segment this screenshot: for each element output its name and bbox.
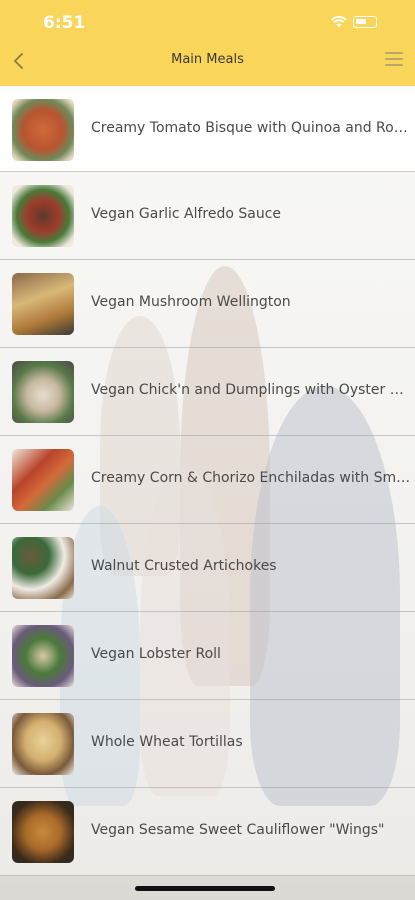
- list-item-label: Walnut Crusted Artichokes: [91, 558, 277, 574]
- food-photo-icon: [12, 801, 74, 863]
- list-item[interactable]: Vegan Lobster Roll: [0, 612, 415, 700]
- list-item-label: Vegan Sesame Sweet Cauliflower "Wings": [91, 822, 385, 838]
- status-time: 6:51: [43, 13, 86, 33]
- list-item[interactable]: Whole Wheat Tortillas: [0, 700, 415, 788]
- food-photo-icon: [12, 713, 74, 775]
- food-photo-icon: [12, 361, 74, 423]
- list-item[interactable]: Walnut Crusted Artichokes: [0, 524, 415, 612]
- menu-icon[interactable]: [385, 52, 403, 68]
- page-title: Main Meals: [171, 52, 244, 67]
- list-item-label: Creamy Corn & Chorizo Enchiladas with Sm…: [91, 470, 411, 486]
- food-photo-icon: [12, 625, 74, 687]
- list-item[interactable]: Vegan Sesame Sweet Cauliflower "Wings": [0, 788, 415, 876]
- app-header: 6:51 Main Meals: [0, 0, 415, 86]
- list-item-label: Creamy Tomato Bisque with Quinoa and Roa…: [91, 120, 411, 136]
- food-photo-icon: [12, 537, 74, 599]
- list-item[interactable]: Vegan Garlic Alfredo Sauce: [0, 172, 415, 260]
- list-item-label: Whole Wheat Tortillas: [91, 734, 243, 750]
- list-item[interactable]: Creamy Corn & Chorizo Enchiladas with Sm…: [0, 436, 415, 524]
- food-photo-icon: [12, 449, 74, 511]
- food-photo-icon: [12, 185, 74, 247]
- list-item-label: Vegan Garlic Alfredo Sauce: [91, 206, 282, 222]
- battery-icon: [353, 16, 377, 28]
- list-item-label: Vegan Chick'n and Dumplings with Oyster …: [91, 382, 411, 398]
- list-item-label: Vegan Lobster Roll: [91, 646, 221, 662]
- list-item[interactable]: Vegan Chick'n and Dumplings with Oyster …: [0, 348, 415, 436]
- meal-list: Creamy Tomato Bisque with Quinoa and Roa…: [0, 86, 415, 876]
- list-item[interactable]: Creamy Tomato Bisque with Quinoa and Roa…: [0, 86, 415, 172]
- food-photo-icon: [12, 273, 74, 335]
- food-photo-icon: [12, 99, 74, 161]
- list-item[interactable]: Vegan Mushroom Wellington: [0, 260, 415, 348]
- status-icons: [331, 16, 377, 28]
- wifi-icon: [331, 16, 347, 28]
- list-item-label: Vegan Mushroom Wellington: [91, 294, 291, 310]
- home-indicator[interactable]: [135, 886, 275, 891]
